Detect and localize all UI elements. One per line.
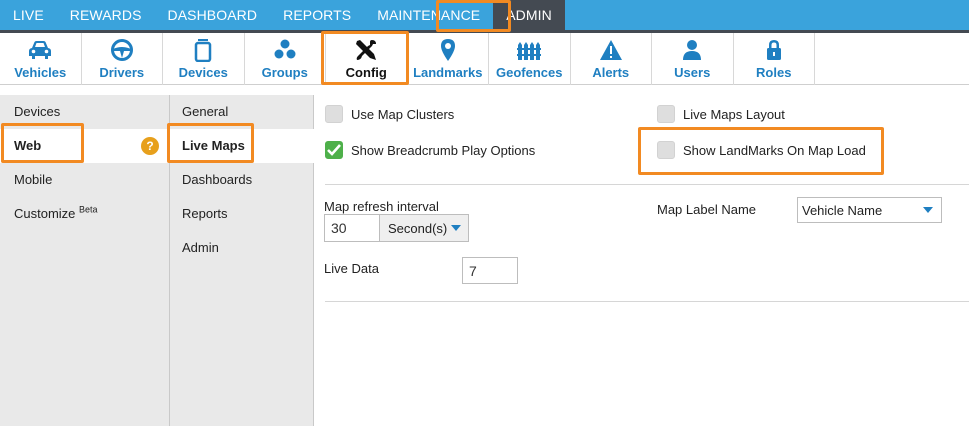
use-map-clusters-row: Use Map Clusters [325, 105, 454, 123]
toolbar-label: Geofences [496, 65, 563, 80]
refresh-interval-label: Map refresh interval [324, 199, 439, 214]
user-icon [681, 37, 703, 63]
nav-dashboard[interactable]: DASHBOARD [155, 0, 271, 30]
map-label-name-select[interactable]: Vehicle Name [797, 197, 942, 223]
toolbar-label: Roles [756, 65, 792, 80]
menu-devices[interactable]: Devices [0, 95, 169, 129]
icon-toolbar: Vehicles Drivers Devices Groups Config L… [0, 33, 969, 85]
section-divider-bottom [325, 301, 969, 302]
submenu-admin[interactable]: Admin [170, 231, 313, 265]
refresh-interval-input[interactable] [324, 214, 380, 242]
menu-web-label: Web [14, 138, 42, 153]
refresh-unit-value: Second(s) [388, 220, 448, 236]
nav-maintenance[interactable]: MAINTENANCE [364, 0, 493, 30]
web-submenu: General Live Maps Dashboards Reports Adm… [170, 95, 315, 426]
live-maps-layout-label: Live Maps Layout [683, 106, 785, 122]
show-landmarks-row: Show LandMarks On Map Load [657, 141, 866, 159]
map-label-name-label: Map Label Name [657, 202, 756, 217]
toolbar-label: Vehicles [14, 65, 67, 80]
breadcrumb-play-checkbox[interactable] [325, 141, 343, 159]
use-map-clusters-label: Use Map Clusters [351, 106, 455, 122]
toolbar-label: Groups [261, 65, 308, 80]
menu-customize-label: Customize [14, 206, 76, 221]
menu-mobile[interactable]: Mobile [0, 163, 169, 197]
toolbar-config[interactable]: Config [326, 33, 408, 85]
submenu-dashboards[interactable]: Dashboards [170, 163, 313, 197]
breadcrumb-play-row: Show Breadcrumb Play Options [325, 141, 535, 159]
beta-tag: Beta [79, 204, 98, 215]
breadcrumb-play-label: Show Breadcrumb Play Options [351, 142, 536, 158]
nav-rewards[interactable]: REWARDS [57, 0, 155, 30]
nav-admin[interactable]: ADMIN [493, 0, 565, 30]
toolbar-label: Alerts [592, 65, 630, 80]
submenu-live-maps[interactable]: Live Maps [170, 129, 315, 163]
toolbar-label: Devices [178, 65, 228, 80]
show-landmarks-label: Show LandMarks On Map Load [683, 142, 866, 158]
toolbar-users[interactable]: Users [652, 33, 734, 85]
toolbar-alerts[interactable]: Alerts [571, 33, 652, 85]
toolbar-drivers[interactable]: Drivers [82, 33, 163, 85]
menu-web[interactable]: Web ? [0, 129, 169, 163]
toolbar-label: Users [674, 65, 711, 80]
help-icon[interactable]: ? [141, 137, 159, 155]
fence-icon [516, 37, 542, 63]
use-map-clusters-checkbox[interactable] [325, 105, 343, 123]
config-category-menu: Devices Web ? Mobile Customize Beta [0, 95, 170, 426]
toolbar-groups[interactable]: Groups [245, 33, 326, 85]
live-maps-layout-row: Live Maps Layout [657, 105, 785, 123]
menu-customize[interactable]: Customize Beta [0, 197, 169, 231]
section-divider [325, 184, 969, 185]
toolbar-devices[interactable]: Devices [163, 33, 245, 85]
live-maps-layout-checkbox[interactable] [657, 105, 675, 123]
toolbar-label: Landmarks [413, 65, 483, 80]
top-nav: LIVE REWARDS DASHBOARD REPORTS MAINTENAN… [0, 0, 969, 30]
submenu-reports[interactable]: Reports [170, 197, 313, 231]
groups-icon [273, 37, 297, 63]
map-label-name-value: Vehicle Name [802, 202, 883, 218]
warning-icon [599, 37, 623, 63]
chevron-down-icon [923, 207, 933, 213]
toolbar-geofences[interactable]: Geofences [489, 33, 571, 85]
toolbar-vehicles[interactable]: Vehicles [0, 33, 82, 85]
map-pin-icon [440, 37, 456, 63]
lock-icon [765, 37, 783, 63]
toolbar-label: Config [345, 65, 387, 80]
car-icon [27, 37, 53, 63]
refresh-unit-select[interactable]: Second(s) [379, 214, 469, 242]
submenu-general[interactable]: General [170, 95, 313, 129]
steering-wheel-icon [110, 37, 134, 63]
live-data-label: Live Data [324, 261, 379, 276]
toolbar-roles[interactable]: Roles [734, 33, 815, 85]
toolbar-landmarks[interactable]: Landmarks [408, 33, 489, 85]
live-maps-settings: Use Map Clusters Live Maps Layout Show B… [315, 95, 969, 426]
tools-icon [354, 37, 378, 63]
checkmark-icon [327, 144, 341, 156]
show-landmarks-checkbox[interactable] [657, 141, 675, 159]
nav-reports[interactable]: REPORTS [270, 0, 364, 30]
live-data-input[interactable] [462, 257, 518, 284]
chevron-down-icon [451, 225, 462, 231]
device-icon [194, 37, 212, 63]
toolbar-label: Drivers [99, 65, 145, 80]
nav-live[interactable]: LIVE [0, 0, 57, 30]
